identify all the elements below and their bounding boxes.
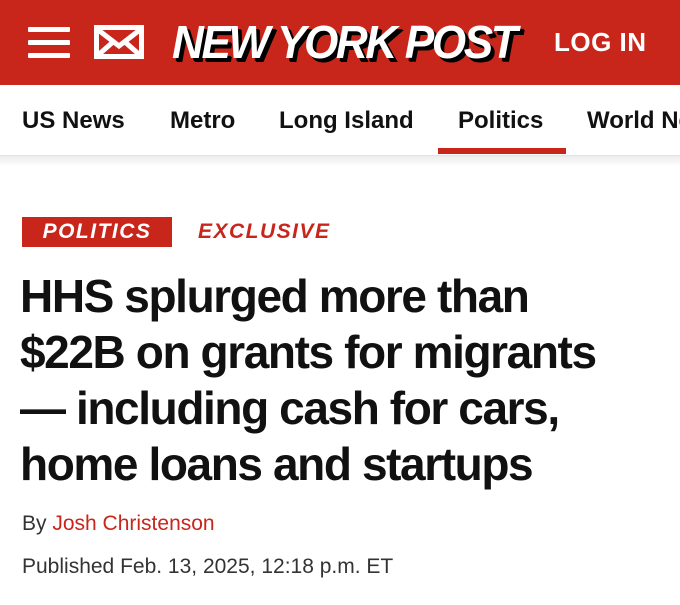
top-header-bar: NEW YORK POST LOG IN bbox=[0, 0, 680, 85]
envelope-icon[interactable] bbox=[94, 25, 144, 59]
nav-item-metro[interactable]: Metro bbox=[170, 106, 235, 136]
exclusive-tag: EXCLUSIVE bbox=[198, 220, 331, 243]
nav-item-us-news[interactable]: US News bbox=[22, 106, 125, 136]
nav-shadow-divider bbox=[0, 156, 680, 166]
byline: By Josh Christenson bbox=[22, 510, 215, 538]
headline-line: home loans and startups bbox=[20, 438, 534, 490]
login-button[interactable]: LOG IN bbox=[554, 26, 647, 58]
author-link[interactable]: Josh Christenson bbox=[52, 512, 214, 535]
byline-prefix: By bbox=[22, 512, 47, 535]
published-timestamp: Published Feb. 13, 2025, 12:18 p.m. ET bbox=[22, 555, 394, 578]
article-headline: HHS splurged more than $22B on grants fo… bbox=[20, 268, 670, 492]
nav-active-indicator bbox=[438, 148, 566, 154]
hamburger-menu-icon[interactable] bbox=[28, 24, 70, 60]
site-logo[interactable]: NEW YORK POST bbox=[172, 12, 518, 72]
nav-item-politics[interactable]: Politics bbox=[458, 106, 543, 136]
headline-line: — including cash for cars, bbox=[20, 382, 560, 434]
nav-item-long-island[interactable]: Long Island bbox=[279, 106, 414, 136]
nav-item-world-news[interactable]: World News bbox=[587, 106, 680, 136]
headline-line: $22B on grants for migrants bbox=[20, 326, 597, 378]
section-tag-politics[interactable]: POLITICS bbox=[22, 217, 172, 247]
section-nav: US News Metro Long Island Politics World… bbox=[0, 85, 680, 156]
headline-line: HHS splurged more than bbox=[20, 270, 530, 322]
